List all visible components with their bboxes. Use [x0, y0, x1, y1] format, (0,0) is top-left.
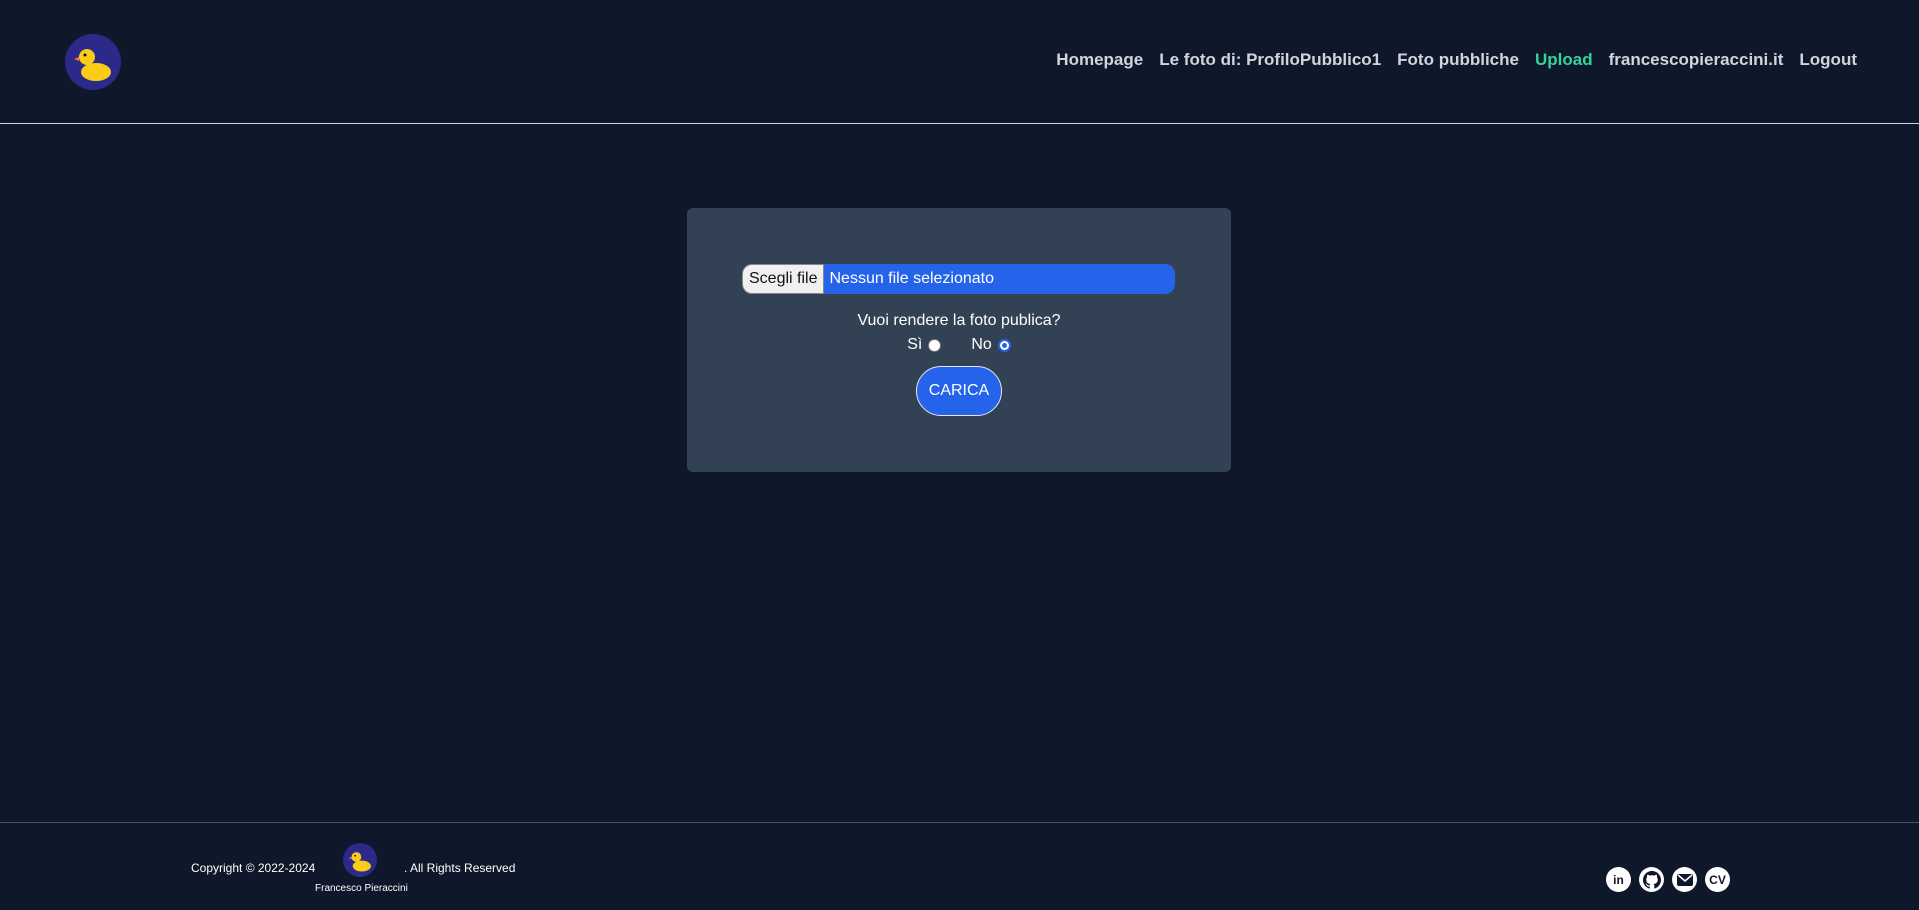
copyright-text: Copyright © 2022-2024 [191, 861, 316, 875]
duck-logo-icon[interactable] [65, 34, 121, 90]
choose-file-button[interactable]: Scegli file [742, 264, 825, 294]
nav-homepage[interactable]: Homepage [1056, 50, 1143, 70]
mail-icon[interactable] [1672, 867, 1697, 892]
nav-website[interactable]: francescopieraccini.it [1609, 50, 1784, 70]
file-input[interactable]: Scegli file Nessun file selezionato [742, 264, 1175, 294]
nav-profile-photos[interactable]: Le foto di: ProfiloPubblico1 [1159, 50, 1381, 70]
footer-duck-logo-icon[interactable] [343, 843, 377, 877]
radio-no[interactable] [997, 338, 1011, 352]
nav-public-photos[interactable]: Foto pubbliche [1397, 50, 1519, 70]
radio-yes[interactable] [928, 338, 942, 352]
nav-logout[interactable]: Logout [1799, 50, 1857, 70]
nav-upload[interactable]: Upload [1535, 50, 1593, 70]
file-status: Nessun file selezionato [829, 270, 995, 287]
main-nav: Homepage Le foto di: ProfiloPubblico1 Fo… [1056, 50, 1857, 70]
public-radio-group: Sì No [687, 336, 1231, 354]
radio-yes-label: Sì [907, 336, 923, 353]
radio-no-label: No [971, 336, 992, 353]
public-question: Vuoi rendere la foto publica? [857, 312, 1061, 329]
social-links: in CV [1606, 867, 1730, 892]
cv-icon[interactable]: CV [1705, 867, 1730, 892]
site-header: Homepage Le foto di: ProfiloPubblico1 Fo… [0, 0, 1919, 124]
github-icon[interactable] [1639, 867, 1664, 892]
footer-logo-name: Francesco Pieraccini [315, 883, 408, 894]
rights-text: . All Rights Reserved [404, 861, 516, 875]
upload-submit-button[interactable]: CARICA [916, 366, 1002, 416]
site-footer: Copyright © 2022-2024 Francesco Pieracci… [0, 822, 1919, 910]
upload-card: Scegli file Nessun file selezionato Vuoi… [687, 208, 1231, 472]
linkedin-icon[interactable]: in [1606, 867, 1631, 892]
